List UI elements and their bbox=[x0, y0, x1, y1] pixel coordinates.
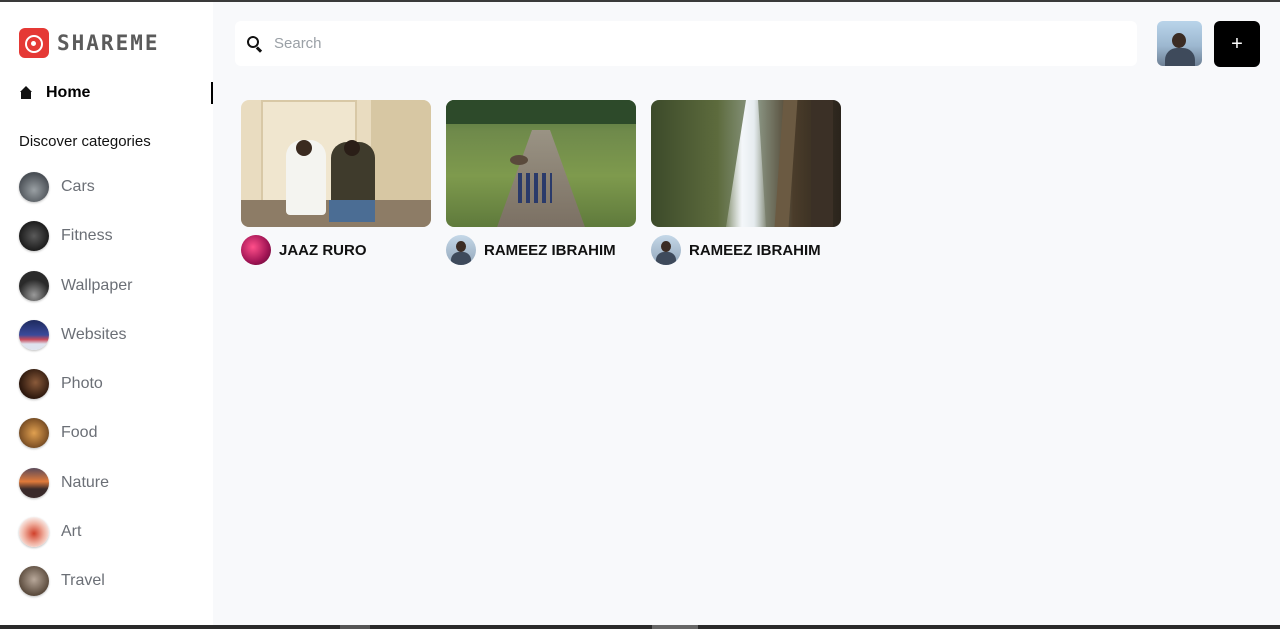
sidebar-item-label: Food bbox=[61, 424, 98, 442]
sidebar-item-nature[interactable]: Nature bbox=[19, 467, 132, 498]
sidebar-item-label: Websites bbox=[61, 325, 127, 343]
sidebar-item-label: Travel bbox=[61, 572, 105, 590]
author-avatar bbox=[241, 235, 271, 265]
category-thumbnail bbox=[19, 467, 49, 498]
logo-text: SHAREME bbox=[57, 31, 160, 55]
author-name: RAMEEZ IBRAHIM bbox=[689, 241, 821, 259]
search-input[interactable] bbox=[272, 34, 1096, 53]
category-thumbnail bbox=[19, 172, 49, 202]
sidebar-item-label: Wallpaper bbox=[61, 276, 133, 294]
pin-image[interactable] bbox=[446, 100, 636, 227]
search-bar[interactable] bbox=[235, 21, 1137, 66]
author-name: JAAZ RURO bbox=[279, 241, 367, 259]
pin-card[interactable]: RAMEEZ IBRAHIM bbox=[651, 100, 841, 265]
category-list: Cars Fitness Wallpaper Websites Photo Fo… bbox=[19, 172, 132, 616]
category-thumbnail bbox=[19, 270, 49, 301]
discover-heading: Discover categories bbox=[19, 133, 151, 150]
sidebar-item-label: Cars bbox=[61, 178, 95, 195]
sidebar-item-wallpaper[interactable]: Wallpaper bbox=[19, 270, 133, 301]
sidebar-item-label: Art bbox=[61, 523, 82, 541]
add-pin-button[interactable]: + bbox=[1214, 21, 1260, 67]
pin-image[interactable] bbox=[241, 100, 431, 227]
sidebar-item-photo[interactable]: Photo bbox=[19, 369, 132, 400]
sidebar-item-travel[interactable]: Travel bbox=[19, 566, 132, 597]
sidebar-item-label: Photo bbox=[61, 375, 103, 393]
search-icon bbox=[246, 35, 264, 53]
sidebar: SHAREME Home Discover categories Cars Fi… bbox=[0, 2, 213, 625]
pin-author[interactable]: JAAZ RURO bbox=[241, 235, 431, 265]
category-thumbnail bbox=[19, 369, 49, 400]
category-thumbnail bbox=[19, 221, 49, 252]
category-thumbnail bbox=[19, 566, 49, 597]
pin-image[interactable] bbox=[651, 100, 841, 227]
category-thumbnail bbox=[19, 517, 49, 548]
pin-author[interactable]: RAMEEZ IBRAHIM bbox=[446, 235, 636, 265]
category-thumbnail bbox=[19, 418, 49, 449]
sidebar-item-label: Fitness bbox=[61, 227, 113, 245]
pin-author[interactable]: RAMEEZ IBRAHIM bbox=[651, 235, 841, 265]
pin-card[interactable]: RAMEEZ IBRAHIM bbox=[446, 100, 636, 265]
camera-logo-icon bbox=[19, 28, 49, 58]
user-avatar[interactable] bbox=[1157, 21, 1202, 66]
author-avatar bbox=[446, 235, 476, 265]
sidebar-item-fitness[interactable]: Fitness bbox=[19, 221, 132, 252]
sidebar-item-label: Nature bbox=[61, 473, 110, 491]
taskbar-strip bbox=[0, 625, 1280, 629]
author-avatar bbox=[651, 235, 681, 265]
sidebar-item-home[interactable]: Home bbox=[19, 82, 213, 104]
author-name: RAMEEZ IBRAHIM bbox=[484, 241, 616, 259]
home-icon bbox=[19, 86, 33, 100]
pin-card[interactable]: JAAZ RURO bbox=[241, 100, 431, 265]
category-thumbnail bbox=[19, 319, 49, 350]
sidebar-item-cars[interactable]: Cars bbox=[19, 172, 132, 202]
active-indicator bbox=[211, 82, 213, 104]
avatar-body bbox=[1165, 48, 1195, 66]
app-logo[interactable]: SHAREME bbox=[19, 28, 160, 58]
avatar-head bbox=[1172, 33, 1186, 48]
sidebar-item-websites[interactable]: Websites bbox=[19, 319, 132, 350]
sidebar-item-food[interactable]: Food bbox=[19, 418, 132, 449]
sidebar-item-art[interactable]: Art bbox=[19, 517, 132, 548]
sidebar-item-label: Home bbox=[46, 84, 91, 101]
